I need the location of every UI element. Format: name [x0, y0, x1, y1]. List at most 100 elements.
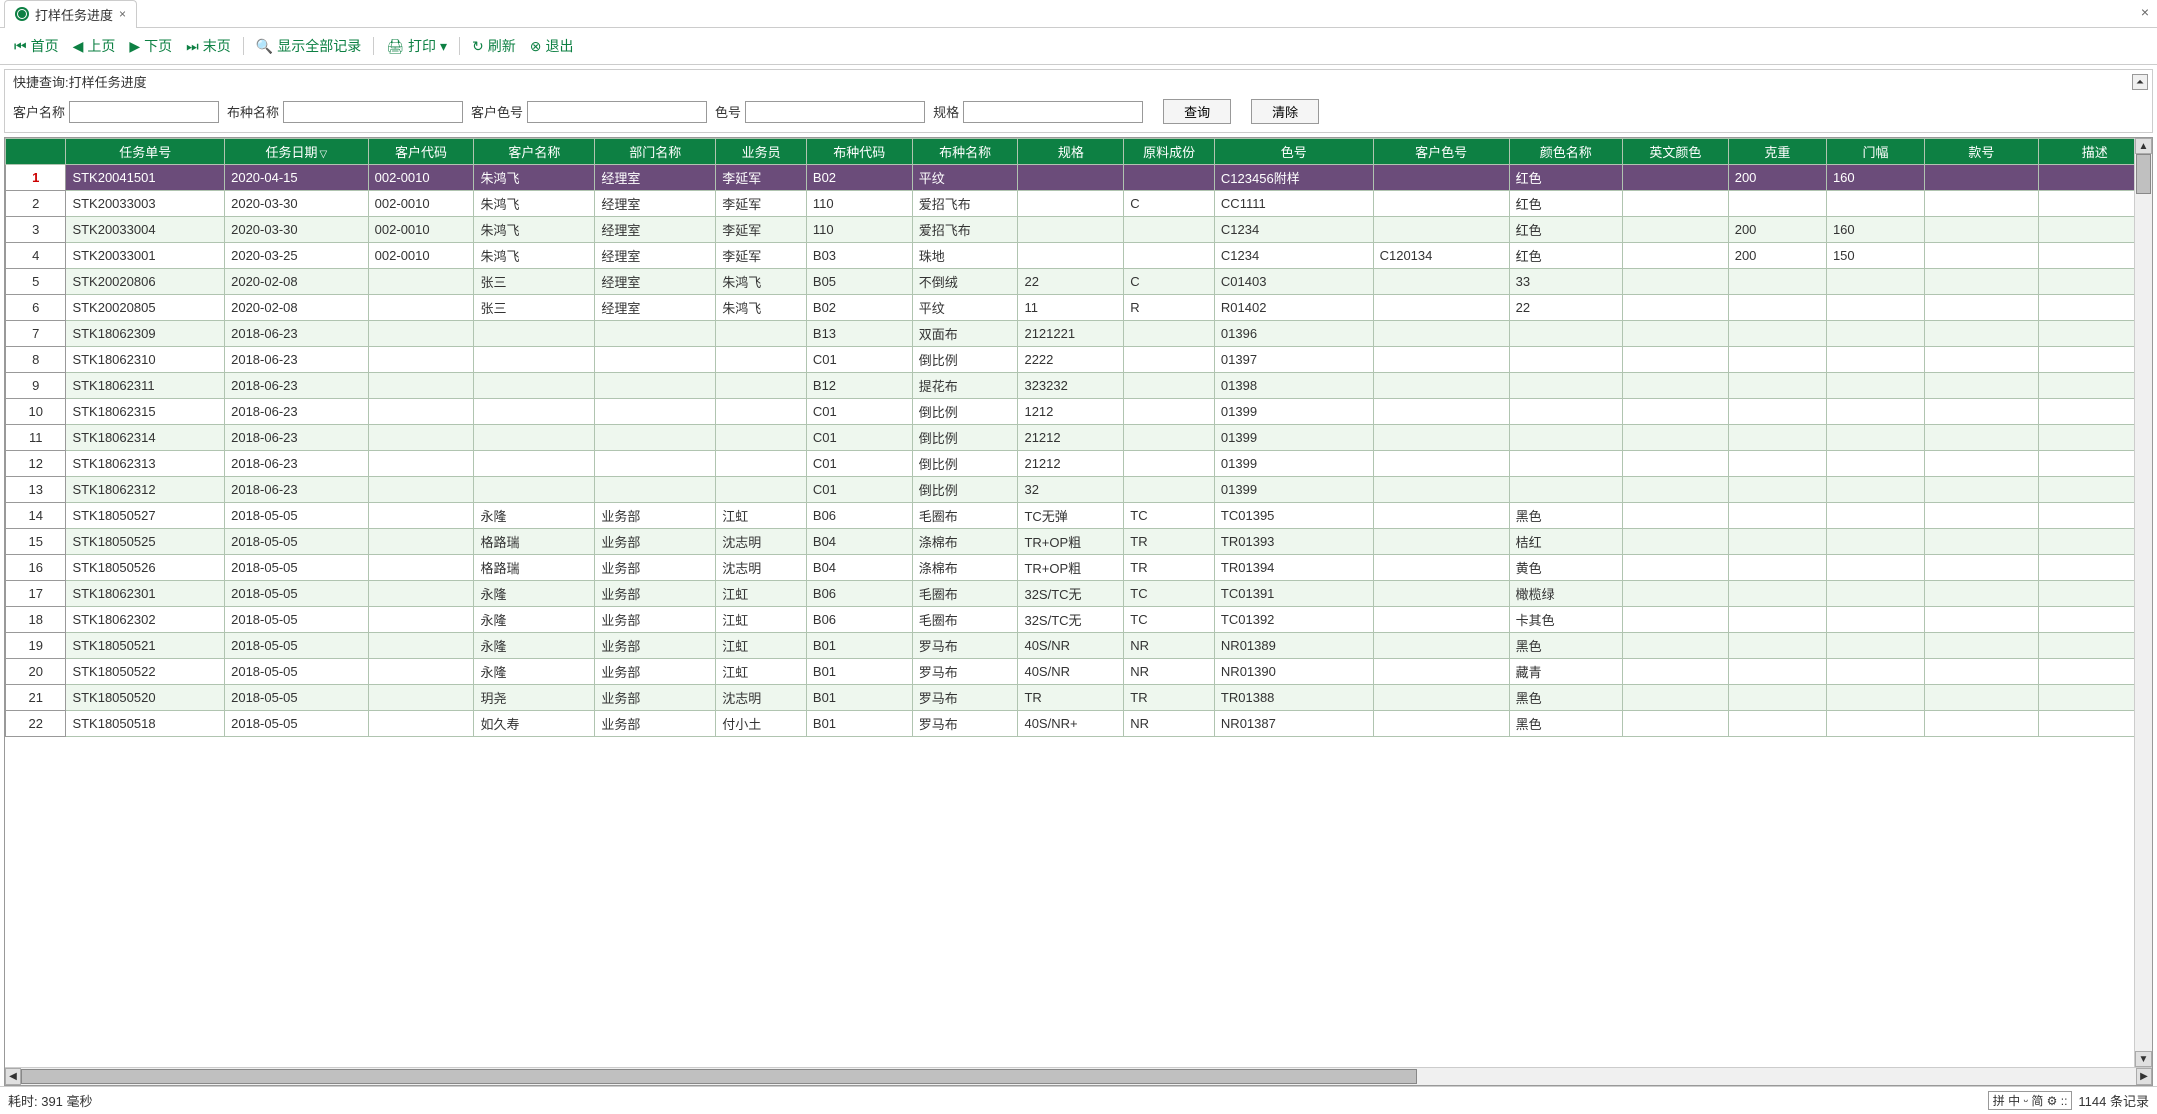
- cell[interactable]: STK20020805: [66, 295, 225, 321]
- cell[interactable]: 如久寿: [474, 711, 595, 737]
- cell[interactable]: 永隆: [474, 607, 595, 633]
- clear-button[interactable]: 清除: [1251, 99, 1319, 124]
- cell[interactable]: C: [1124, 269, 1215, 295]
- cell[interactable]: 22: [1018, 269, 1124, 295]
- cell[interactable]: [716, 373, 807, 399]
- cell[interactable]: [1373, 165, 1509, 191]
- cell[interactable]: [1826, 503, 1924, 529]
- cell[interactable]: TR+OP粗: [1018, 555, 1124, 581]
- row-number[interactable]: 12: [6, 451, 66, 477]
- cell[interactable]: C01: [806, 451, 912, 477]
- cell[interactable]: B01: [806, 633, 912, 659]
- customer-color-input[interactable]: [527, 101, 707, 123]
- cell[interactable]: [1509, 347, 1622, 373]
- cell[interactable]: TR01393: [1214, 529, 1373, 555]
- cell[interactable]: 2018-05-05: [225, 503, 369, 529]
- cell[interactable]: 110: [806, 217, 912, 243]
- cell[interactable]: [1925, 529, 2038, 555]
- cell[interactable]: C1234: [1214, 217, 1373, 243]
- cell[interactable]: C123456附样: [1214, 165, 1373, 191]
- exit-button[interactable]: ⊗退出: [524, 34, 580, 58]
- cell[interactable]: [1622, 451, 1728, 477]
- cell[interactable]: [474, 451, 595, 477]
- cell[interactable]: [1622, 477, 1728, 503]
- cell[interactable]: B02: [806, 295, 912, 321]
- row-number[interactable]: 22: [6, 711, 66, 737]
- cell[interactable]: [368, 529, 474, 555]
- cell[interactable]: [1373, 399, 1509, 425]
- customer-name-input[interactable]: [69, 101, 219, 123]
- cell[interactable]: 002-0010: [368, 243, 474, 269]
- cell[interactable]: B03: [806, 243, 912, 269]
- column-header[interactable]: 布种名称: [912, 139, 1018, 165]
- cell[interactable]: TR: [1018, 685, 1124, 711]
- table-row[interactable]: 11STK180623142018-06-23C01倒比例2121201399: [6, 425, 2152, 451]
- cell[interactable]: [1925, 347, 2038, 373]
- cell[interactable]: 李延军: [716, 217, 807, 243]
- cell[interactable]: TR: [1124, 555, 1215, 581]
- cell[interactable]: 业务部: [595, 607, 716, 633]
- cell[interactable]: 2018-06-23: [225, 399, 369, 425]
- cell[interactable]: 倒比例: [912, 451, 1018, 477]
- cell[interactable]: [1509, 425, 1622, 451]
- column-header[interactable]: 色号: [1214, 139, 1373, 165]
- cell[interactable]: [1826, 633, 1924, 659]
- query-button[interactable]: 查询: [1163, 99, 1231, 124]
- cell[interactable]: [1728, 191, 1826, 217]
- table-row[interactable]: 9STK180623112018-06-23B12提花布32323201398: [6, 373, 2152, 399]
- cell[interactable]: [1622, 217, 1728, 243]
- cell[interactable]: [1124, 477, 1215, 503]
- cell[interactable]: 经理室: [595, 191, 716, 217]
- first-page-button[interactable]: ⏮首页: [8, 34, 65, 58]
- cell[interactable]: [1728, 659, 1826, 685]
- cell[interactable]: 2018-06-23: [225, 451, 369, 477]
- cell[interactable]: [1925, 581, 2038, 607]
- cell[interactable]: 李延军: [716, 165, 807, 191]
- cell[interactable]: 经理室: [595, 243, 716, 269]
- cell[interactable]: 01397: [1214, 347, 1373, 373]
- cell[interactable]: 01399: [1214, 399, 1373, 425]
- cell[interactable]: [1373, 633, 1509, 659]
- cell[interactable]: 2018-06-23: [225, 425, 369, 451]
- cell[interactable]: 毛圈布: [912, 503, 1018, 529]
- cell[interactable]: 2020-04-15: [225, 165, 369, 191]
- cell[interactable]: 01399: [1214, 477, 1373, 503]
- cell[interactable]: STK20033001: [66, 243, 225, 269]
- cell[interactable]: 业务部: [595, 685, 716, 711]
- cell[interactable]: [595, 399, 716, 425]
- cell[interactable]: [1124, 399, 1215, 425]
- cell[interactable]: [1622, 269, 1728, 295]
- cell[interactable]: STK18062301: [66, 581, 225, 607]
- cell[interactable]: TR+OP粗: [1018, 529, 1124, 555]
- column-header[interactable]: 业务员: [716, 139, 807, 165]
- cell[interactable]: [1925, 165, 2038, 191]
- cell[interactable]: 双面布: [912, 321, 1018, 347]
- table-row[interactable]: 20STK180505222018-05-05永隆业务部江虹B01罗马布40S/…: [6, 659, 2152, 685]
- cell[interactable]: [1622, 399, 1728, 425]
- cell[interactable]: CC1111: [1214, 191, 1373, 217]
- cell[interactable]: 2018-05-05: [225, 633, 369, 659]
- cell[interactable]: 2018-05-05: [225, 529, 369, 555]
- cell[interactable]: [1826, 659, 1924, 685]
- cell[interactable]: 朱鸿飞: [474, 165, 595, 191]
- cell[interactable]: [1925, 217, 2038, 243]
- cell[interactable]: [368, 477, 474, 503]
- cell[interactable]: [1124, 373, 1215, 399]
- cell[interactable]: [1622, 581, 1728, 607]
- cell[interactable]: [1925, 373, 2038, 399]
- cell[interactable]: [1373, 685, 1509, 711]
- cell[interactable]: [1622, 503, 1728, 529]
- cell[interactable]: [1373, 711, 1509, 737]
- cell[interactable]: 倒比例: [912, 425, 1018, 451]
- cell[interactable]: TC: [1124, 503, 1215, 529]
- cell[interactable]: 业务部: [595, 711, 716, 737]
- cell[interactable]: 玥尧: [474, 685, 595, 711]
- cell[interactable]: 2020-03-30: [225, 217, 369, 243]
- cell[interactable]: B06: [806, 503, 912, 529]
- cell[interactable]: [1728, 451, 1826, 477]
- row-number[interactable]: 9: [6, 373, 66, 399]
- prev-page-button[interactable]: ◀上页: [67, 34, 122, 58]
- table-row[interactable]: 12STK180623132018-06-23C01倒比例2121201399: [6, 451, 2152, 477]
- cell[interactable]: [1373, 503, 1509, 529]
- cell[interactable]: [1925, 711, 2038, 737]
